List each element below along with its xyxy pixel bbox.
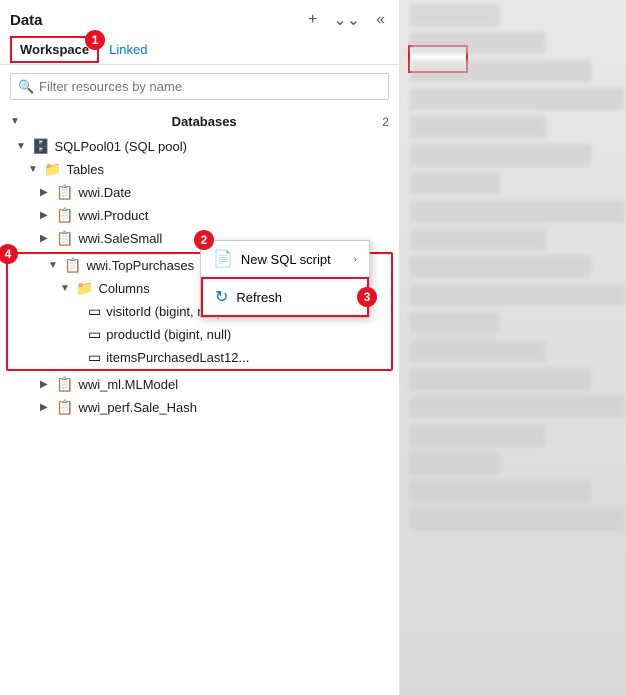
table-row[interactable]: ▶ 📋 wwi.Date bbox=[0, 181, 399, 204]
column-label: productId (bigint, null) bbox=[106, 327, 231, 342]
new-sql-script-label: New SQL script bbox=[241, 252, 331, 267]
tables-item[interactable]: ▼ 📁 Tables bbox=[0, 158, 399, 181]
columns-label: Columns bbox=[98, 281, 149, 296]
table-label: wwi_ml.MLModel bbox=[78, 377, 178, 392]
columns-folder-icon: 📁 bbox=[76, 280, 93, 297]
blur-content bbox=[400, 0, 626, 695]
sqlpool-chevron: ▼ bbox=[16, 141, 28, 152]
table-icon: 📋 bbox=[56, 230, 73, 247]
tree: ▼ Databases 2 ▼ 🗄️ SQLPool01 (SQL pool) … bbox=[0, 108, 399, 695]
databases-label: Databases bbox=[172, 114, 237, 129]
column-icon: ▭ bbox=[88, 326, 101, 343]
context-menu: 📄 New SQL script › ↻ Refresh 3 bbox=[200, 240, 370, 318]
column-row[interactable]: ▭ itemsPurchasedLast12... bbox=[8, 346, 391, 369]
table-label: wwi.Date bbox=[78, 185, 131, 200]
table-icon: 📋 bbox=[56, 376, 73, 393]
table-icon: 📋 bbox=[64, 257, 81, 274]
sqlpool-item[interactable]: ▼ 🗄️ SQLPool01 (SQL pool) bbox=[0, 135, 399, 158]
table-label: wwi.Product bbox=[78, 208, 148, 223]
column-icon: ▭ bbox=[88, 349, 101, 366]
column-label: itemsPurchasedLast12... bbox=[106, 350, 249, 365]
expand-chevron: ▶ bbox=[40, 402, 52, 413]
left-panel: Data + ⌄⌄ « Workspace 1 Linked 🔍 ▼ Datab… bbox=[0, 0, 400, 695]
expand-chevron: ▶ bbox=[40, 187, 52, 198]
search-icon: 🔍 bbox=[18, 79, 34, 95]
columns-chevron: ▼ bbox=[60, 283, 72, 294]
table-label: wwi.SaleSmall bbox=[78, 231, 162, 246]
new-sql-script-menu-item[interactable]: 📄 New SQL script › bbox=[201, 241, 369, 277]
table-icon: 📋 bbox=[56, 207, 73, 224]
table-label: wwi_perf.Sale_Hash bbox=[78, 400, 197, 415]
table-label: wwi.TopPurchases bbox=[86, 258, 194, 273]
refresh-label: Refresh bbox=[236, 290, 282, 305]
tabs-row: Workspace 1 Linked bbox=[0, 32, 399, 65]
tables-label: Tables bbox=[66, 162, 104, 177]
databases-chevron: ▼ bbox=[10, 116, 22, 127]
search-container: 🔍 bbox=[0, 65, 399, 108]
expand-chevron: ▶ bbox=[40, 210, 52, 221]
tables-chevron: ▼ bbox=[28, 164, 40, 175]
tab-workspace-wrapper: Workspace 1 bbox=[10, 36, 99, 64]
refresh-menu-item[interactable]: ↻ Refresh 3 bbox=[201, 277, 369, 317]
refresh-icon: ↻ bbox=[215, 287, 228, 307]
badge-1: 1 bbox=[85, 30, 105, 50]
add-icon[interactable]: + bbox=[304, 9, 321, 31]
sqlpool-icon: 🗄️ bbox=[32, 138, 49, 155]
new-sql-script-icon: 📄 bbox=[213, 249, 233, 269]
table-icon: 📋 bbox=[56, 184, 73, 201]
databases-section-header[interactable]: ▼ Databases 2 bbox=[0, 108, 399, 135]
tables-folder-icon: 📁 bbox=[44, 161, 61, 178]
tab-linked[interactable]: Linked bbox=[99, 36, 157, 65]
sqlpool-label: SQLPool01 (SQL pool) bbox=[54, 139, 186, 154]
expand-chevron: ▶ bbox=[40, 233, 52, 244]
column-icon: ▭ bbox=[88, 303, 101, 320]
expand-chevron: ▶ bbox=[40, 379, 52, 390]
badge-3: 3 bbox=[357, 287, 377, 307]
databases-count: 2 bbox=[382, 115, 389, 129]
context-menu-area: 2 📄 New SQL script › ↻ Refresh 3 bbox=[200, 240, 370, 318]
submenu-chevron: › bbox=[354, 254, 357, 265]
badge-2: 2 bbox=[194, 230, 214, 250]
table-row[interactable]: ▶ 📋 wwi_perf.Sale_Hash bbox=[0, 396, 399, 419]
expand-chevron: ▼ bbox=[48, 260, 60, 271]
search-input[interactable] bbox=[10, 73, 389, 100]
table-row[interactable]: ▶ 📋 wwi.Product bbox=[0, 204, 399, 227]
panel-title: Data bbox=[10, 12, 43, 29]
sort-icon[interactable]: ⌄⌄ bbox=[329, 8, 364, 32]
table-icon: 📋 bbox=[56, 399, 73, 416]
collapse-icon[interactable]: « bbox=[372, 9, 389, 31]
panel-header: Data + ⌄⌄ « bbox=[0, 0, 399, 32]
right-panel bbox=[400, 0, 626, 695]
column-row[interactable]: ▭ productId (bigint, null) bbox=[8, 323, 391, 346]
header-icons: + ⌄⌄ « bbox=[304, 8, 389, 32]
table-row[interactable]: ▶ 📋 wwi_ml.MLModel bbox=[0, 373, 399, 396]
